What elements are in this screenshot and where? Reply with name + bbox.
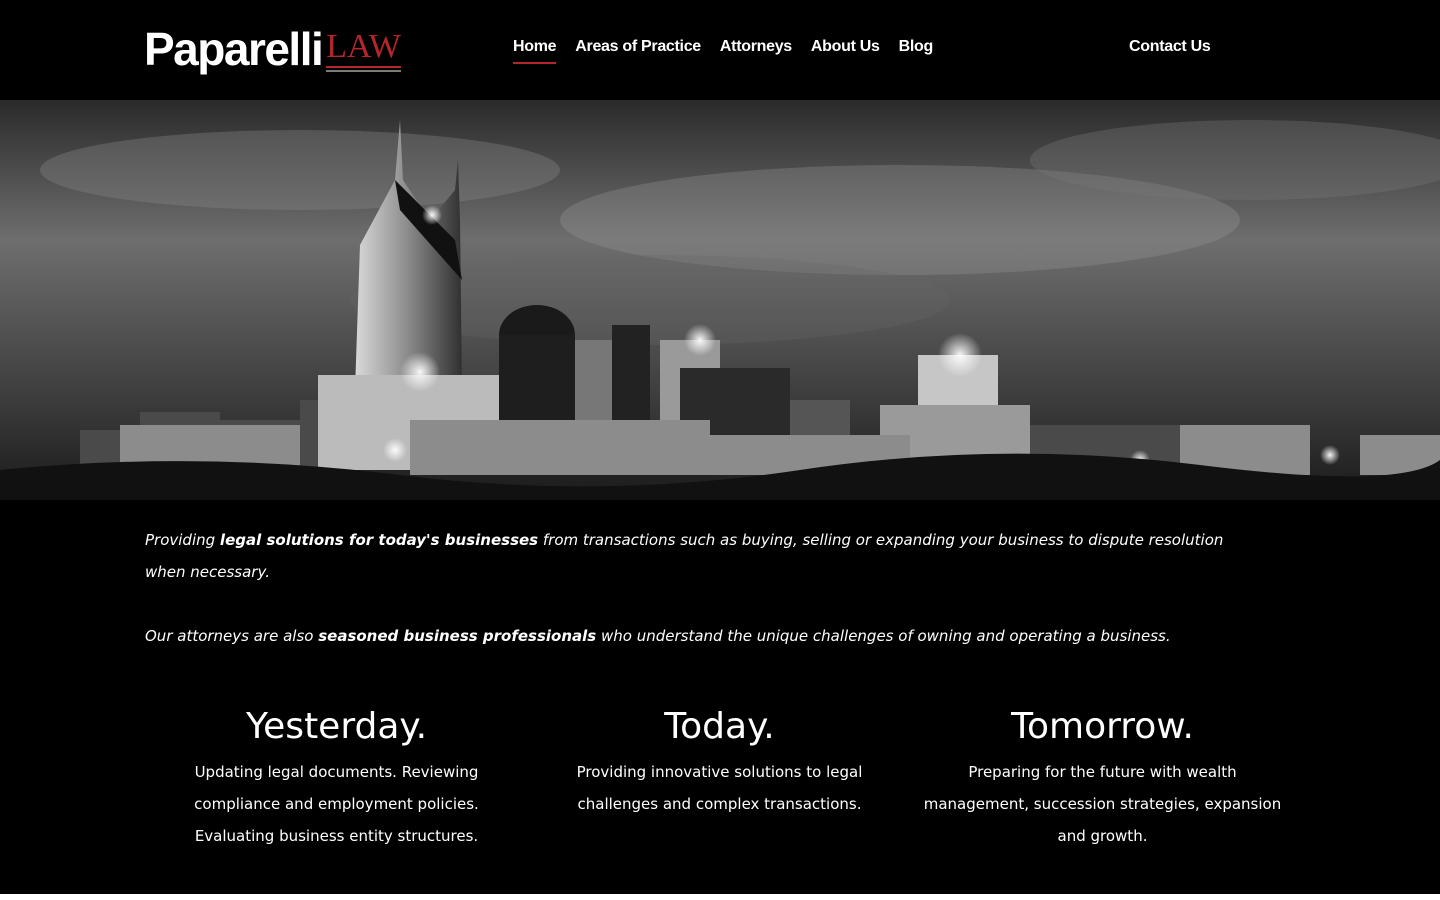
nav-item-areas-of-practice[interactable]: Areas of Practice [575,38,701,64]
column-title: Today. [664,706,775,747]
nav-item-attorneys[interactable]: Attorneys [720,38,792,64]
column-text: Updating legal documents. Reviewing comp… [194,763,479,845]
column-tomorrow: Tomorrow. Preparing for the future with … [911,700,1294,852]
column-text: Providing innovative solutions to legal … [576,763,863,813]
intro-paragraph-1: Providing legal solutions for today's bu… [145,524,1265,588]
intro-p1-bold: legal solutions for today's businesses [219,531,539,549]
site-logo[interactable]: Paparelli LAW [144,22,401,72]
logo-law: LAW [326,28,401,72]
intro-p2-bold: seasoned business professionals [318,627,597,645]
intro-text: Providing legal solutions for today's bu… [145,524,1265,652]
column-yesterday: Yesterday. Updating legal documents. Rev… [145,700,528,852]
main-nav: Home Areas of Practice Attorneys About U… [513,38,933,64]
timeline-columns: Yesterday. Updating legal documents. Rev… [145,700,1295,852]
logo-underline-secondary [326,70,401,72]
site-header: Paparelli LAW Home Areas of Practice Att… [0,0,1440,100]
intro-p1-pre: Providing [145,531,220,549]
intro-p2-pre: Our attorneys are also [145,627,319,645]
nav-item-about-us[interactable]: About Us [811,38,880,64]
column-title: Yesterday. [245,706,428,747]
nav-item-blog[interactable]: Blog [899,38,934,64]
nav-item-home[interactable]: Home [513,38,557,64]
column-text: Preparing for the future with wealth man… [923,763,1282,845]
hero-skyline-image [0,100,1440,500]
column-today: Today. Providing innovative solutions to… [528,700,911,852]
logo-law-text: LAW [326,28,401,65]
column-title: Tomorrow. [1011,706,1194,747]
footer-edge [0,894,1440,900]
contact-us-link[interactable]: Contact Us [1129,38,1211,56]
logo-underline [326,66,401,68]
logo-name: Paparelli [144,23,324,75]
intro-p2-post: who understand the unique challenges of … [596,627,1171,645]
intro-paragraph-2: Our attorneys are also seasoned business… [145,620,1265,652]
